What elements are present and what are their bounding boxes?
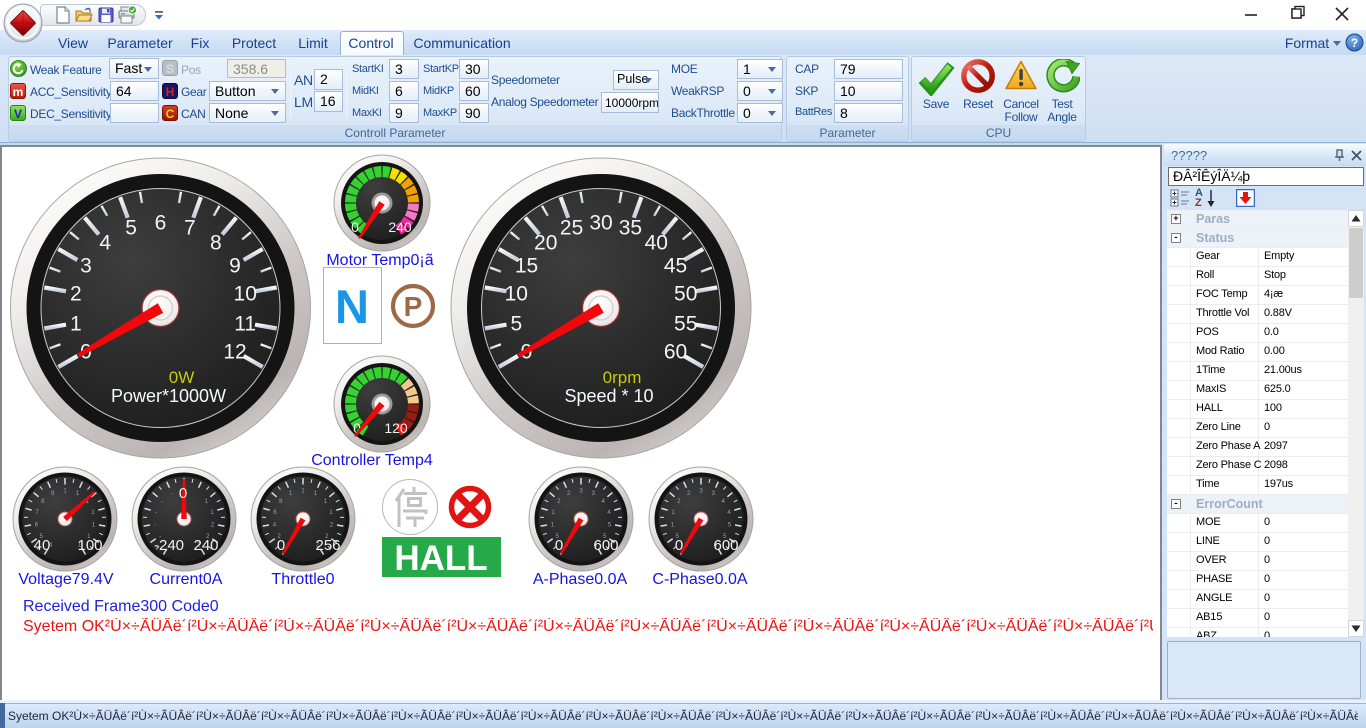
svg-text:3: 3	[80, 255, 92, 278]
svg-text:600: 600	[713, 537, 738, 554]
svg-text:Current0A: Current0A	[150, 571, 223, 588]
svg-text:50: 50	[674, 283, 697, 306]
svg-text:Voltage79.4V: Voltage79.4V	[18, 571, 114, 588]
svg-text:40: 40	[34, 537, 51, 554]
svg-text:N: N	[335, 280, 369, 333]
svg-text:45: 45	[664, 255, 687, 278]
svg-text:35: 35	[619, 217, 642, 240]
svg-text:HALL: HALL	[394, 539, 487, 578]
svg-text:0: 0	[351, 219, 359, 235]
svg-text:Throttle0: Throttle0	[271, 571, 334, 588]
svg-text:?: ?	[1351, 36, 1358, 50]
svg-text:10: 10	[505, 283, 528, 306]
svg-text:6: 6	[155, 212, 167, 235]
svg-text:7: 7	[184, 217, 196, 240]
svg-text:40: 40	[645, 232, 668, 255]
svg-text:A-Phase0.0A: A-Phase0.0A	[533, 571, 628, 588]
svg-text:Controller Temp4: Controller Temp4	[311, 452, 433, 469]
svg-text:0: 0	[179, 485, 187, 502]
svg-text:15: 15	[515, 255, 538, 278]
svg-text:600: 600	[593, 537, 618, 554]
svg-text:-240: -240	[154, 537, 184, 554]
svg-text:0W: 0W	[169, 368, 195, 387]
svg-text:-: -	[154, 523, 156, 529]
svg-text:0: 0	[675, 537, 683, 554]
svg-text:11: 11	[234, 312, 256, 335]
svg-text:8: 8	[210, 232, 222, 255]
svg-text:12: 12	[223, 341, 246, 364]
svg-text:0: 0	[277, 537, 285, 554]
svg-text:10: 10	[234, 283, 257, 306]
svg-text:5: 5	[125, 217, 137, 240]
svg-text:Speed * 10: Speed * 10	[564, 386, 653, 406]
svg-text:9: 9	[229, 255, 241, 278]
svg-text:5: 5	[510, 312, 522, 335]
svg-text:Power*1000W: Power*1000W	[111, 386, 226, 406]
svg-text:100: 100	[77, 537, 102, 554]
svg-text:0rpm: 0rpm	[603, 368, 642, 387]
svg-text:-: -	[161, 499, 163, 505]
svg-text:240: 240	[193, 537, 218, 554]
svg-text:0: 0	[555, 537, 563, 554]
svg-text:-: -	[155, 510, 157, 516]
svg-text:240: 240	[388, 219, 412, 235]
svg-text:C-Phase0.0A: C-Phase0.0A	[652, 571, 747, 588]
svg-text:120: 120	[384, 420, 408, 436]
svg-text:60: 60	[664, 341, 687, 364]
svg-text:55: 55	[674, 312, 697, 335]
svg-text:256: 256	[315, 537, 340, 554]
svg-text:20: 20	[534, 232, 557, 255]
svg-text:Motor Temp0¡ã: Motor Temp0¡ã	[326, 252, 433, 269]
svg-text:-: -	[171, 491, 173, 497]
svg-text:1: 1	[70, 312, 82, 335]
svg-text:25: 25	[560, 217, 583, 240]
svg-text:30: 30	[589, 212, 612, 235]
svg-text:2: 2	[70, 283, 82, 306]
svg-text:4: 4	[99, 232, 111, 255]
svg-text:P: P	[404, 291, 423, 322]
